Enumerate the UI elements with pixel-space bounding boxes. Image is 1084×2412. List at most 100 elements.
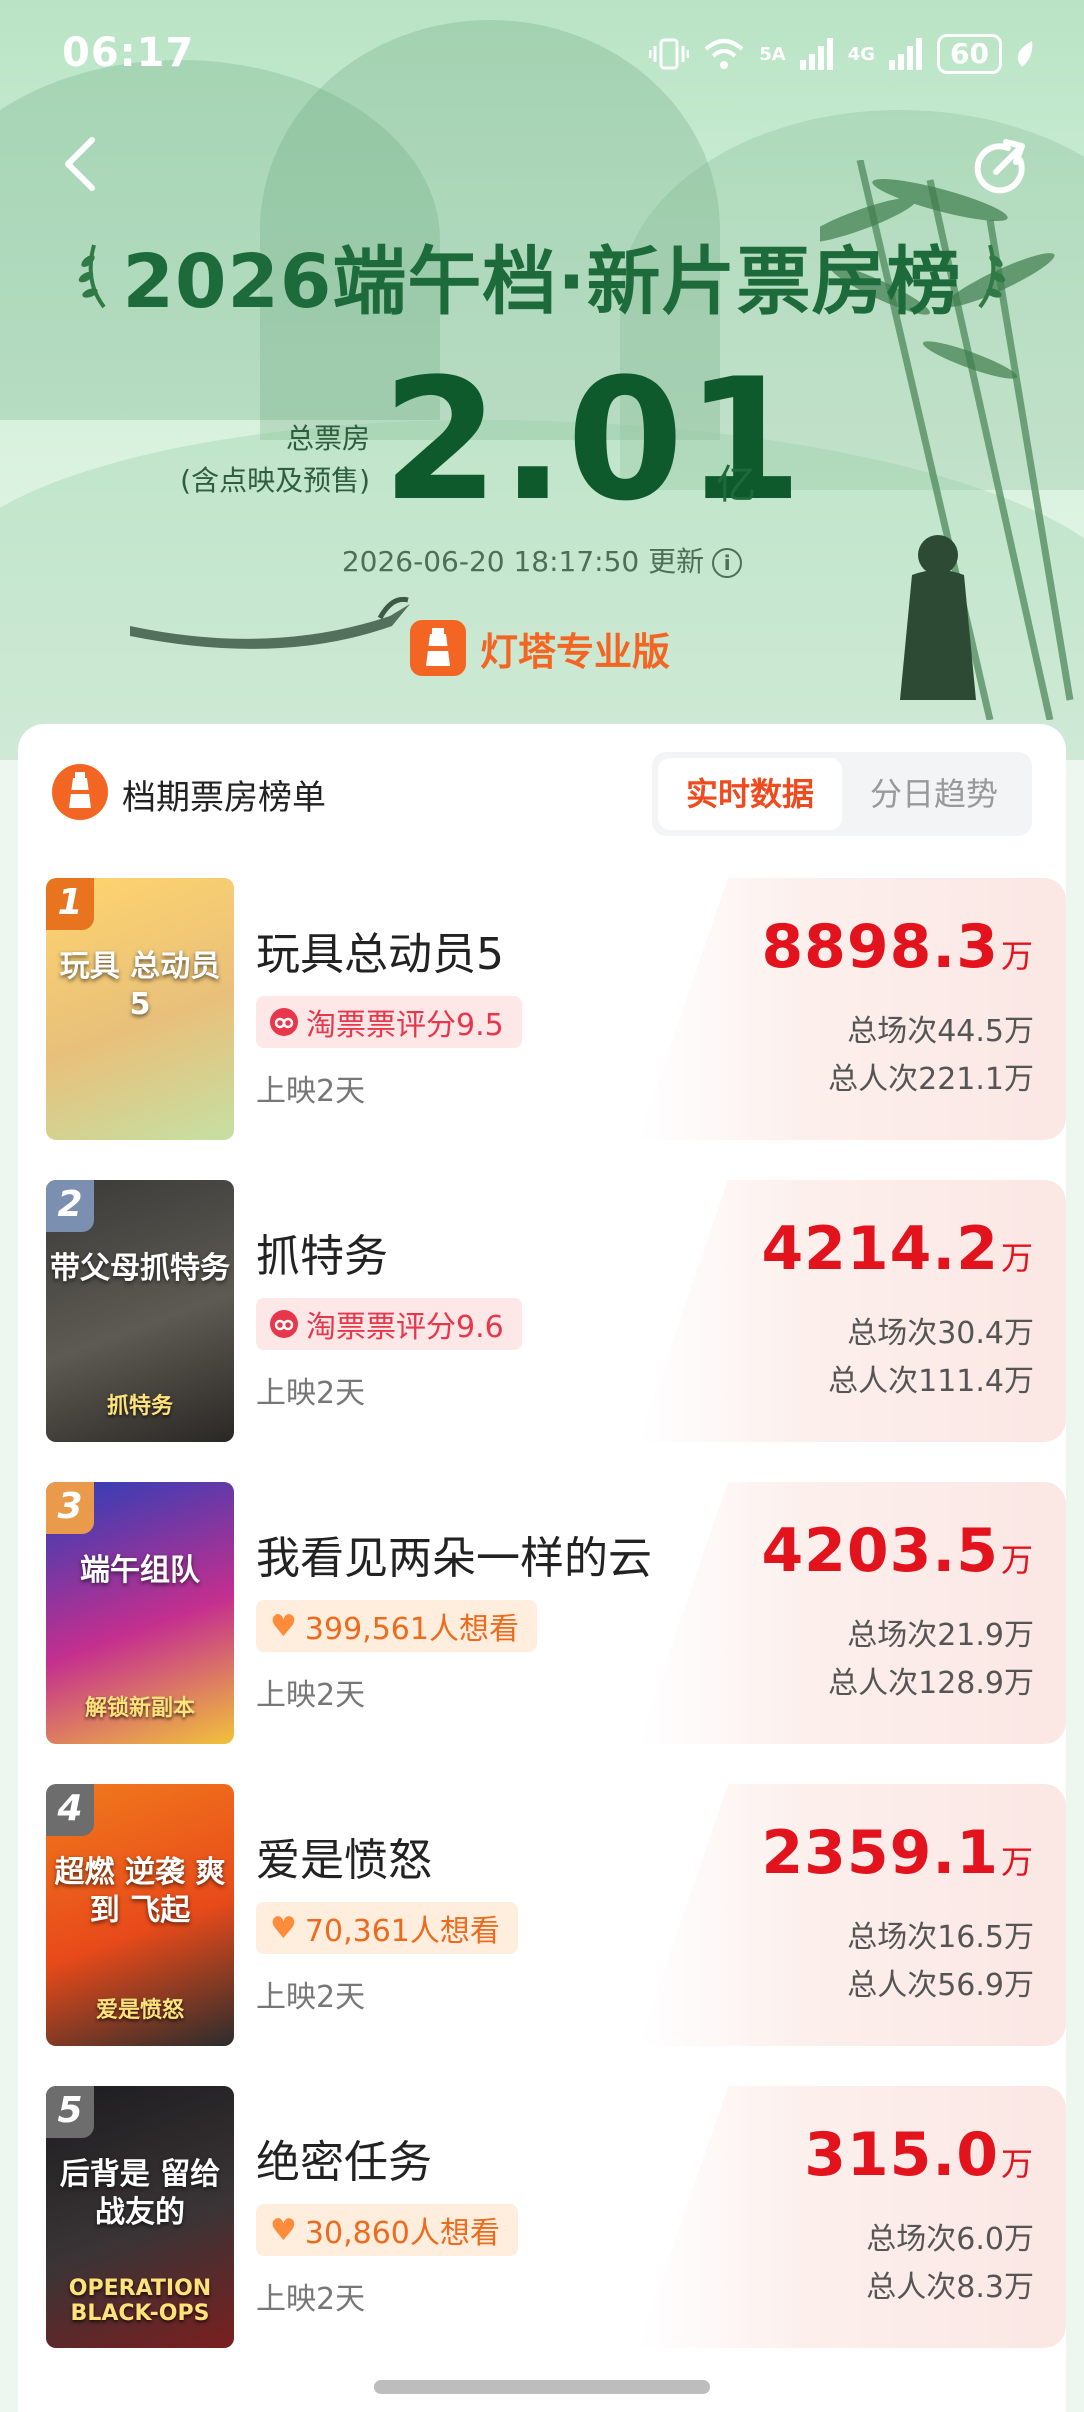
release-days: 上映2天 <box>256 1074 366 1109</box>
total-screenings: 总场次44.5万 <box>847 1014 1034 1049</box>
movie-poster[interactable]: 超燃 逆袭 爽到 飞起 爱是愤怒 4 <box>46 1784 234 2046</box>
lighthouse-logo-icon <box>52 764 108 820</box>
box-office-amount: 4214.2万 <box>761 1214 1034 1284</box>
box-office-amount: 315.0万 <box>804 2120 1034 2190</box>
want-to-see-badge: ♥ 70,361人想看 <box>256 1902 518 1954</box>
heart-icon: ♥ <box>270 1608 297 1644</box>
amount-unit: 万 <box>1000 2145 1034 2183</box>
poster-title: 玩具 总动员 5 <box>59 949 221 1022</box>
total-audience: 总人次111.4万 <box>828 1364 1034 1399</box>
dragon-boat-decoration <box>130 596 410 649</box>
heart-icon: ♥ <box>270 2212 297 2248</box>
taopiaopiao-icon <box>270 1310 298 1338</box>
tab-realtime[interactable]: 实时数据 <box>658 758 842 830</box>
amount-unit: 万 <box>1000 937 1034 975</box>
box-office-list-card: 档期票房榜单 实时数据 分日趋势 玩具 总动员 5 1 玩具总动员5 淘票票评分… <box>18 724 1066 2412</box>
amount-value: 4203.5 <box>761 1516 999 1586</box>
brand: 灯塔专业版 <box>410 620 670 676</box>
box-office-amount: 8898.3万 <box>761 912 1034 982</box>
page-title: 2026端午档·新片票房榜 <box>122 239 962 325</box>
movie-title: 爱是愤怒 <box>256 1835 432 1886</box>
data-mode-toggle: 实时数据 分日趋势 <box>652 752 1032 836</box>
movie-title: 玩具总动员5 <box>256 929 504 980</box>
hero-banner: 06:17 5A 4G 60 2026端午档·新片票房榜 总票房 (含点映及预售… <box>0 0 1084 760</box>
heart-icon: ♥ <box>270 1910 297 1946</box>
status-bar: 06:17 5A 4G 60 <box>0 0 1084 110</box>
movie-poster[interactable]: 玩具 总动员 5 1 <box>46 878 234 1140</box>
update-time: 2026-06-20 18:17:50 更新 i <box>0 540 1084 580</box>
poster-subtitle: 爱是愤怒 <box>95 1998 184 2023</box>
laurel-left-icon <box>79 243 107 308</box>
total-audience: 总人次56.9万 <box>847 1968 1034 2003</box>
want-to-see-badge: ♥ 30,860人想看 <box>256 2204 518 2256</box>
tag-text: 399,561人想看 <box>304 1612 519 1647</box>
box-office-amount: 2359.1万 <box>761 1818 1034 1888</box>
tag-text: 淘票票评分9.6 <box>306 1310 504 1345</box>
share-icon[interactable] <box>972 138 1032 198</box>
taopiaopiao-icon <box>270 1008 298 1036</box>
amount-value: 315.0 <box>804 2120 999 2190</box>
movie-poster[interactable]: 端午组队 解锁新副本 3 <box>46 1482 234 1744</box>
total-audience: 总人次128.9万 <box>828 1666 1034 1701</box>
title-row: 2026端午档·新片票房榜 <box>0 222 1084 329</box>
poster-title: 带父母抓特务 <box>50 1251 230 1286</box>
back-arrow-icon[interactable] <box>56 134 106 194</box>
rank-badge: 4 <box>46 1784 94 1836</box>
release-days: 上映2天 <box>256 1980 366 2015</box>
total-audience: 总人次221.1万 <box>828 1062 1034 1097</box>
total-screenings: 总场次30.4万 <box>847 1316 1034 1351</box>
signal-5g-label: 5A <box>759 43 786 65</box>
amount-value: 2359.1 <box>761 1818 999 1888</box>
amount-unit: 万 <box>1000 1239 1034 1277</box>
rank-badge: 5 <box>46 2086 94 2138</box>
movie-row[interactable]: 玩具 总动员 5 1 玩具总动员5 淘票票评分9.5 上映2天 8898.3万 … <box>18 878 1066 1148</box>
amount-unit: 万 <box>1000 1843 1034 1881</box>
poster-title: 后背是 留给战友的 <box>59 2157 221 2230</box>
total-label-line1: 总票房 <box>285 422 370 455</box>
movie-row[interactable]: 带父母抓特务 抓特务 2 抓特务 淘票票评分9.6 上映2天 4214.2万 总… <box>18 1180 1066 1450</box>
movie-title: 绝密任务 <box>256 2137 432 2188</box>
box-office-amount: 4203.5万 <box>761 1516 1034 1586</box>
poster-title: 超燃 逆袭 爽到 飞起 <box>54 1855 226 1928</box>
movie-poster[interactable]: 带父母抓特务 抓特务 2 <box>46 1180 234 1442</box>
laurel-right-icon <box>977 243 1005 308</box>
amount-unit: 万 <box>1000 1541 1034 1579</box>
rating-badge: 淘票票评分9.6 <box>256 1298 522 1350</box>
lighthouse-logo-icon <box>410 620 466 676</box>
brand-name: 灯塔专业版 <box>480 629 671 674</box>
release-days: 上映2天 <box>256 1678 366 1713</box>
rank-badge: 2 <box>46 1180 94 1232</box>
update-time-text: 2026-06-20 18:17:50 更新 <box>341 545 705 578</box>
total-audience: 总人次8.3万 <box>866 2270 1034 2305</box>
vibrate-icon <box>649 38 690 70</box>
4g-signal-icon <box>889 38 923 70</box>
signal-4g-label: 4G <box>847 43 876 65</box>
release-days: 上映2天 <box>256 2282 366 2317</box>
info-icon[interactable]: i <box>712 548 743 578</box>
movie-row[interactable]: 超燃 逆袭 爽到 飞起 爱是愤怒 4 爱是愤怒 ♥ 70,361人想看 上映2天… <box>18 1784 1066 2054</box>
movie-title: 抓特务 <box>256 1231 388 1282</box>
tag-text: 70,361人想看 <box>304 1914 500 1949</box>
tag-text: 淘票票评分9.5 <box>306 1008 504 1043</box>
rating-badge: 淘票票评分9.5 <box>256 996 522 1048</box>
status-icons: 5A 4G 60 <box>649 34 1034 74</box>
poster-subtitle: 解锁新副本 <box>84 1696 195 1721</box>
movie-poster[interactable]: 后背是 留给战友的 OPERATION BLACK-OPS 5 <box>46 2086 234 2348</box>
want-to-see-badge: ♥ 399,561人想看 <box>256 1600 537 1652</box>
home-indicator[interactable] <box>374 2380 710 2394</box>
movie-row[interactable]: 端午组队 解锁新副本 3 我看见两朵一样的云 ♥ 399,561人想看 上映2天… <box>18 1482 1066 1752</box>
status-time: 06:17 <box>62 30 195 76</box>
movie-row[interactable]: 后背是 留给战友的 OPERATION BLACK-OPS 5 绝密任务 ♥ 3… <box>18 2086 1066 2356</box>
rank-badge: 3 <box>46 1482 94 1534</box>
tab-daily-trend[interactable]: 分日趋势 <box>842 758 1026 830</box>
poster-title: 端午组队 <box>80 1553 200 1588</box>
tag-text: 30,860人想看 <box>304 2216 500 2251</box>
total-screenings: 总场次21.9万 <box>847 1618 1034 1653</box>
total-box-office-label: 总票房 (含点映及预售) <box>180 418 370 502</box>
release-days: 上映2天 <box>256 1376 366 1411</box>
total-label-line2: (含点映及预售) <box>180 464 370 497</box>
leaf-icon <box>1017 41 1033 67</box>
list-title: 档期票房榜单 <box>122 778 326 818</box>
poster-subtitle: 抓特务 <box>106 1394 173 1419</box>
battery-icon: 60 <box>937 34 1002 74</box>
